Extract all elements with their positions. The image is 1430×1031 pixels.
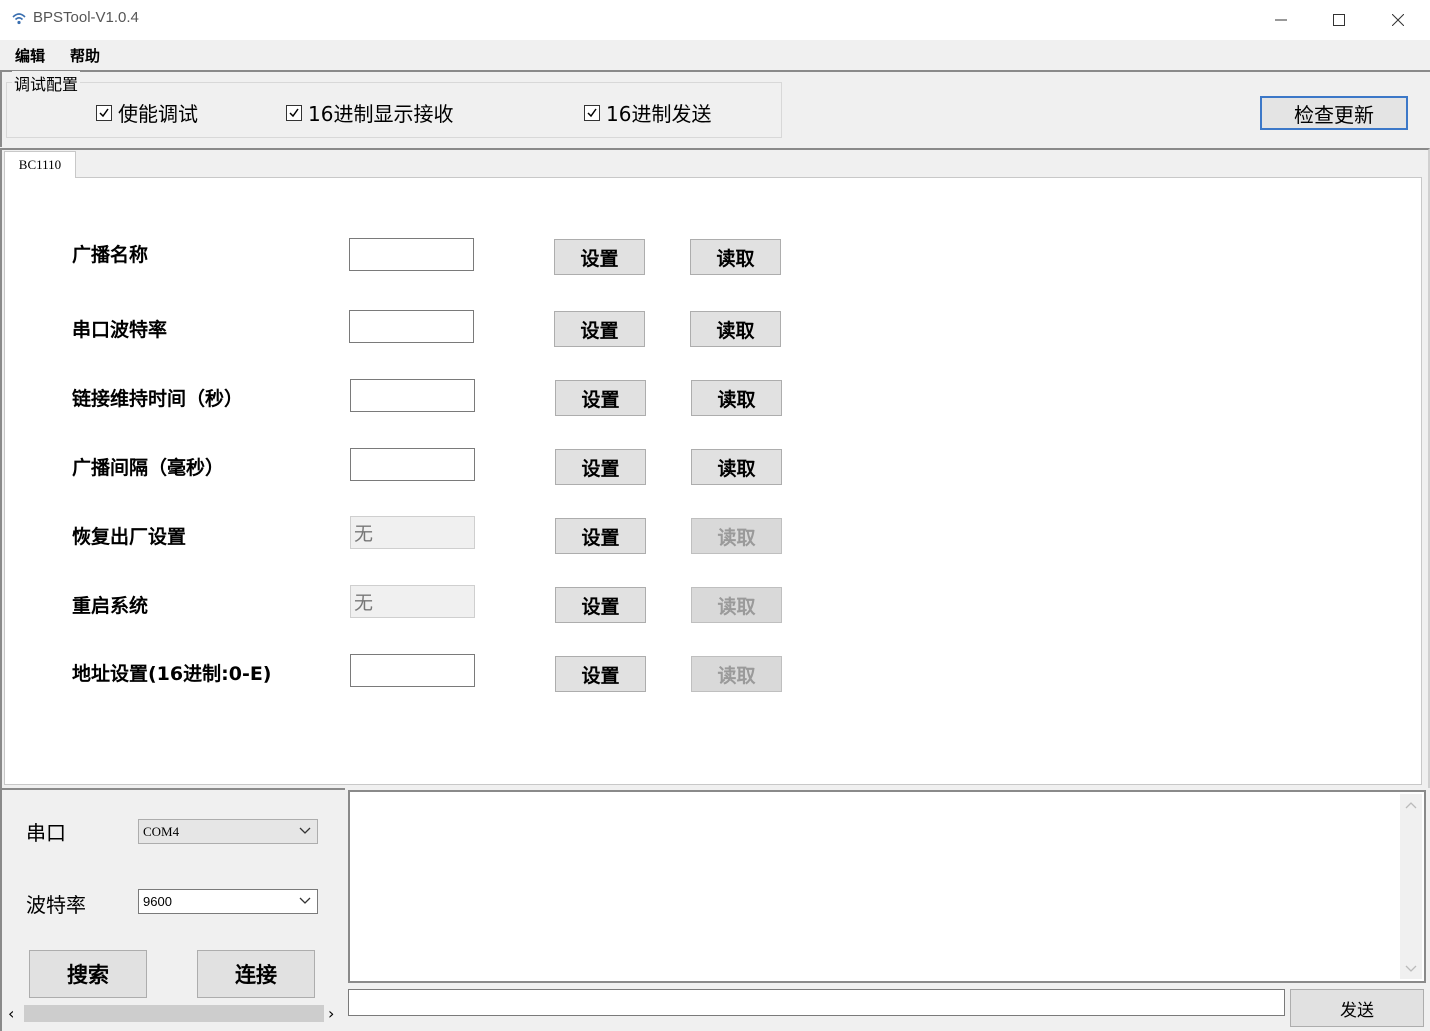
checkbox-checked-icon — [286, 104, 302, 121]
serial-port-value: COM4 — [143, 823, 180, 839]
scroll-down-icon[interactable] — [1405, 964, 1417, 974]
hex-display-checkbox[interactable]: 16进制显示接收 — [286, 98, 453, 127]
factory-reset-input: 无 — [350, 516, 475, 549]
baud-rate-label: 波特率 — [26, 893, 86, 917]
baud-rate-input[interactable] — [349, 310, 474, 343]
row-label-link-hold-time: 链接维持时间（秒） — [72, 388, 244, 410]
broadcast-interval-read-button[interactable]: 读取 — [691, 449, 782, 485]
factory-reset-read-button: 读取 — [691, 518, 782, 554]
menu-help[interactable]: 帮助 — [70, 45, 100, 66]
baud-rate-value: 9600 — [143, 894, 172, 909]
row-label-restart-system: 重启系统 — [72, 595, 149, 617]
maximize-icon — [1333, 14, 1345, 26]
connect-button[interactable]: 连接 — [197, 950, 315, 998]
close-icon — [1392, 14, 1404, 26]
address-setting-input[interactable] — [350, 654, 475, 687]
send-button[interactable]: 发送 — [1290, 989, 1424, 1027]
vertical-scrollbar[interactable] — [1400, 794, 1422, 979]
menu-bar — [0, 40, 1430, 70]
search-button[interactable]: 搜索 — [29, 950, 147, 998]
serial-port-select[interactable]: COM4 — [138, 819, 318, 844]
enable-debug-checkbox[interactable]: 使能调试 — [96, 98, 198, 127]
hex-display-label: 16进制显示接收 — [308, 102, 454, 126]
row-label-factory-reset: 恢复出厂设置 — [72, 526, 187, 548]
baud-rate-read-button[interactable]: 读取 — [690, 311, 781, 347]
link-hold-time-input[interactable] — [350, 379, 475, 412]
minimize-icon — [1275, 19, 1287, 21]
broadcast-interval-input[interactable] — [350, 448, 475, 481]
baud-rate-set-button[interactable]: 设置 — [554, 311, 645, 347]
checkbox-checked-icon — [96, 104, 112, 121]
chevron-down-icon — [299, 897, 311, 904]
scroll-right-icon[interactable]: › — [328, 1004, 334, 1023]
row-label-broadcast-interval: 广播间隔（毫秒） — [72, 457, 225, 479]
hex-send-checkbox[interactable]: 16进制发送 — [584, 98, 711, 127]
check-update-button[interactable]: 检查更新 — [1260, 96, 1408, 130]
restart-system-set-button[interactable]: 设置 — [555, 587, 646, 623]
config-legend: 调试配置 — [12, 71, 81, 95]
enable-debug-label: 使能调试 — [118, 102, 198, 126]
log-output-area[interactable] — [348, 790, 1426, 983]
menu-edit[interactable]: 编辑 — [15, 45, 45, 66]
hex-send-label: 16进制发送 — [606, 102, 712, 126]
serial-port-label: 串口 — [26, 821, 66, 845]
broadcast-name-input[interactable] — [349, 238, 474, 271]
restart-system-read-button: 读取 — [691, 587, 782, 623]
close-button[interactable] — [1369, 0, 1427, 40]
wifi-icon — [12, 13, 26, 25]
row-label-address-setting: 地址设置(16进制:0-E) — [72, 663, 272, 685]
link-hold-time-set-button[interactable]: 设置 — [555, 380, 646, 416]
broadcast-name-set-button[interactable]: 设置 — [554, 239, 645, 275]
baud-rate-select[interactable]: 9600 — [138, 889, 318, 914]
scrollbar-thumb[interactable] — [24, 1005, 324, 1022]
restart-system-input: 无 — [350, 585, 475, 618]
address-setting-set-button[interactable]: 设置 — [555, 656, 646, 692]
window-title: BPSTool-V1.0.4 — [33, 9, 139, 26]
broadcast-name-read-button[interactable]: 读取 — [690, 239, 781, 275]
tab-bc1110[interactable]: BC1110 — [4, 151, 76, 178]
scroll-up-icon[interactable] — [1405, 800, 1417, 810]
link-hold-time-read-button[interactable]: 读取 — [691, 380, 782, 416]
scroll-left-icon[interactable]: ‹ — [8, 1004, 14, 1023]
address-setting-read-button: 读取 — [691, 656, 782, 692]
title-bar — [0, 0, 1430, 40]
checkbox-checked-icon — [584, 104, 600, 121]
chevron-down-icon — [299, 827, 311, 834]
minimize-button[interactable] — [1252, 0, 1310, 40]
broadcast-interval-set-button[interactable]: 设置 — [555, 449, 646, 485]
send-input[interactable] — [348, 989, 1285, 1016]
factory-reset-set-button[interactable]: 设置 — [555, 518, 646, 554]
row-label-baud-rate: 串口波特率 — [72, 319, 168, 341]
maximize-button[interactable] — [1310, 0, 1368, 40]
row-label-broadcast-name: 广播名称 — [72, 244, 149, 266]
